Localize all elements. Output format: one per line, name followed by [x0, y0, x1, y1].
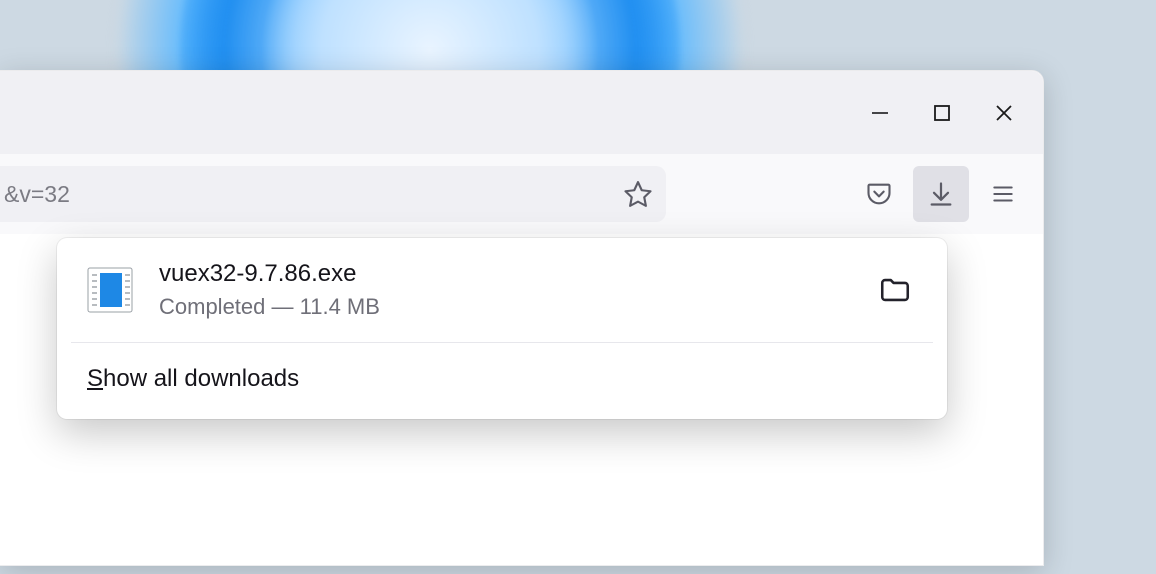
pocket-button[interactable]	[851, 166, 907, 222]
bookmark-star-button[interactable]	[610, 166, 666, 222]
maximize-button[interactable]	[911, 89, 973, 137]
close-button[interactable]	[973, 89, 1035, 137]
downloads-button[interactable]	[913, 166, 969, 222]
download-item[interactable]: vuex32-9.7.86.exe Completed — 11.4 MB	[57, 238, 947, 342]
downloads-panel: vuex32-9.7.86.exe Completed — 11.4 MB Sh…	[57, 238, 947, 419]
download-filename: vuex32-9.7.86.exe	[159, 260, 871, 288]
address-bar-text: &v=32	[4, 181, 610, 208]
address-bar[interactable]: &v=32	[0, 166, 666, 222]
browser-toolbar: &v=32	[0, 154, 1043, 234]
download-status: Completed — 11.4 MB	[159, 294, 871, 320]
file-type-icon	[83, 263, 137, 317]
window-controls	[849, 89, 1035, 137]
show-all-downloads-link[interactable]: Show all downloads	[87, 365, 299, 392]
hamburger-menu-button[interactable]	[975, 166, 1031, 222]
show-in-folder-button[interactable]	[871, 266, 919, 314]
minimize-button[interactable]	[849, 89, 911, 137]
window-titlebar	[0, 71, 1043, 154]
